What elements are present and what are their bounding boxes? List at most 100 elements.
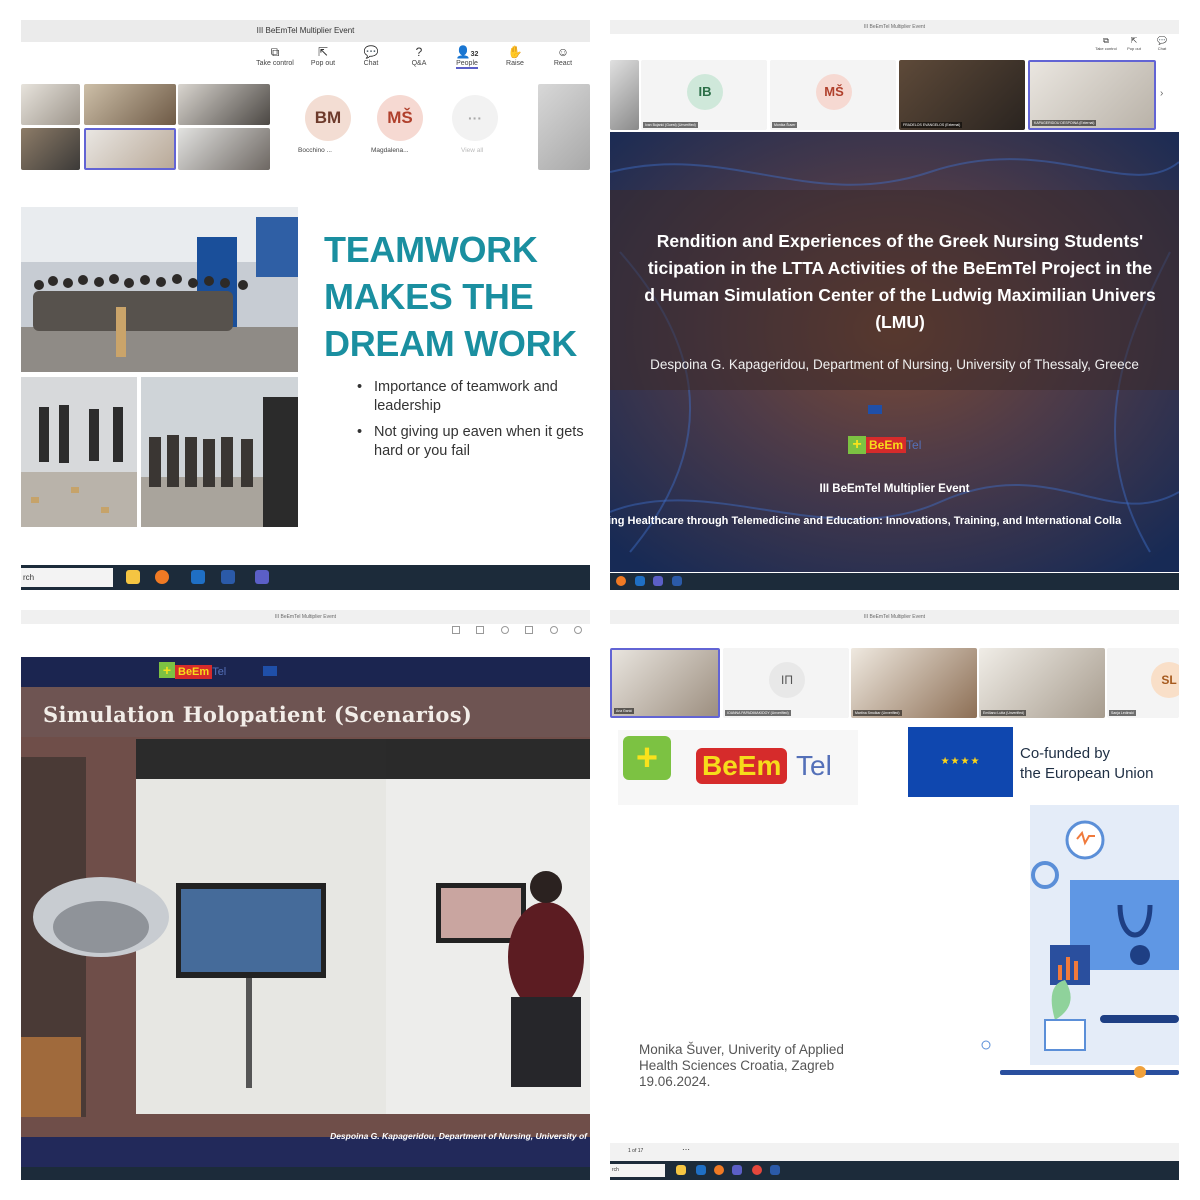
view-all-button[interactable]: ··· — [452, 95, 498, 141]
people-button[interactable]: 👤32 People — [446, 44, 488, 69]
meeting-toolbar — [452, 626, 582, 646]
participant-name-tag: Monika Šuver — [772, 122, 798, 128]
participant-video-active-speaker[interactable]: KAPAGERIDOU DESPOINA (External) — [1028, 60, 1156, 130]
slide-background — [610, 132, 1179, 572]
chat-button[interactable]: 💬 Chat — [1151, 36, 1173, 51]
word-icon[interactable] — [770, 1165, 780, 1175]
people-label: People — [456, 60, 478, 69]
plus-icon: + — [623, 736, 671, 780]
chat-label: Chat — [363, 60, 379, 67]
firefox-icon[interactable] — [616, 576, 626, 586]
slide-title: Simulation Holopatient (Scenarios) — [43, 702, 473, 727]
pop-out-label: Pop out — [310, 60, 336, 67]
activity-photo-right — [141, 377, 298, 527]
meeting-screenshot-greek-students: III BeEmTel Multiplier Event ⧉ Take contr… — [610, 20, 1179, 590]
participant-avatar-ms[interactable]: MŠ — [377, 95, 423, 141]
word-icon[interactable] — [221, 570, 235, 584]
file-explorer-icon[interactable] — [126, 570, 140, 584]
chat-button[interactable]: 💬 Chat — [350, 44, 392, 67]
participant-video[interactable] — [178, 84, 270, 125]
people-count-badge: 32 — [470, 51, 479, 58]
view-all-label: View all — [461, 147, 484, 154]
more-options-icon[interactable]: ⋯ — [682, 1145, 690, 1154]
chat-icon[interactable] — [500, 626, 509, 634]
participant-name-tag: KAPAGERIDOU DESPOINA (External) — [1032, 120, 1097, 126]
pop-out-button[interactable]: ⇱ Pop out — [1123, 36, 1145, 51]
people-icon[interactable] — [549, 626, 558, 634]
take-control-button[interactable]: ⧉ Take control — [254, 44, 296, 67]
participant-avatar-sl: SL — [1151, 662, 1179, 698]
page-counter: 1 of 17 — [628, 1148, 644, 1154]
participant-video[interactable]: Emiliano Lutta (Unverified) — [979, 648, 1105, 718]
plus-icon: + — [159, 662, 175, 678]
take-control-icon: ⧉ — [1103, 36, 1109, 45]
taskbar-search-box[interactable]: rch — [21, 568, 113, 587]
team-group-photo — [21, 207, 298, 372]
participant-video-active-speaker[interactable] — [84, 128, 176, 170]
eu-cofunded-label: Co-funded by the European Union — [1020, 745, 1154, 782]
teams-icon[interactable] — [732, 1165, 742, 1175]
participant-video[interactable]: Martina Smolkar (Unverified) — [851, 648, 977, 718]
firefox-icon[interactable] — [155, 570, 169, 584]
participant-name-tag: FRADELOS EVANGELOS (External) — [901, 122, 963, 128]
take-control-icon[interactable] — [452, 626, 460, 634]
slide-bullet: Importance of teamwork and leadership — [357, 378, 590, 416]
meeting-toolbar: ⧉ Take control ⇱ Pop out 💬 Chat ? Q&A 👤3… — [254, 44, 584, 69]
slide-background — [21, 657, 590, 1167]
chrome-icon[interactable] — [752, 1165, 762, 1175]
participant-tile[interactable]: MŠ Monika Šuver — [770, 60, 896, 130]
participant-video[interactable] — [84, 84, 176, 125]
participant-video[interactable] — [21, 128, 80, 170]
participant-video-active-speaker[interactable]: Ana Đanić — [610, 648, 720, 718]
qa-button[interactable]: ? Q&A — [398, 44, 440, 67]
take-control-button[interactable]: ⧉ Take control — [1095, 36, 1117, 51]
file-explorer-icon[interactable] — [676, 1165, 686, 1175]
participant-video[interactable] — [178, 128, 270, 170]
participant-avatar-ib: IB — [687, 74, 723, 110]
activity-photo-left — [21, 377, 137, 527]
eu-flag-icon — [868, 405, 882, 414]
qa-icon[interactable] — [525, 626, 534, 634]
window-title: III BeEmTel Multiplier Event — [21, 610, 590, 624]
outlook-icon[interactable] — [635, 576, 645, 586]
slide-footer: Despoina G. Kapageridou, Department of N… — [330, 1131, 587, 1141]
take-control-icon: ⧉ — [270, 45, 280, 59]
participant-video[interactable] — [21, 84, 80, 125]
meeting-toolbar: ⧉ Take control ⇱ Pop out 💬 Chat — [1095, 36, 1173, 51]
react-icon[interactable] — [573, 626, 582, 634]
pop-out-button[interactable]: ⇱ Pop out — [302, 44, 344, 67]
qa-icon: ? — [415, 45, 423, 59]
chevron-right-icon[interactable]: › — [1160, 88, 1163, 99]
healthcare-illustration — [981, 805, 1179, 1078]
outlook-icon[interactable] — [696, 1165, 706, 1175]
pop-out-icon[interactable] — [476, 626, 485, 634]
participant-video[interactable] — [610, 60, 639, 130]
take-control-label: Take control — [256, 60, 294, 67]
slide-title: Rendition and Experiences of the Greek N… — [644, 231, 1156, 332]
beemtel-logo: + BeEm Tel — [618, 730, 858, 805]
teams-icon[interactable] — [255, 570, 269, 584]
taskbar: rch — [610, 1161, 1179, 1180]
outlook-icon[interactable] — [191, 570, 205, 584]
window-title: III BeEmTel Multiplier Event — [610, 20, 1179, 34]
participant-video[interactable] — [538, 84, 590, 170]
taskbar — [610, 573, 1179, 590]
eu-flag-icon — [263, 666, 277, 676]
teams-icon[interactable] — [653, 576, 663, 586]
window-title: III BeEmTel Multiplier Event — [610, 610, 1179, 624]
event-name: III BeEmTel Multiplier Event — [819, 483, 970, 495]
word-icon[interactable] — [672, 576, 682, 586]
participant-avatar-bm[interactable]: BM — [305, 95, 351, 141]
slide-author: Monika Šuver, Univerity of Applied Healt… — [639, 1042, 844, 1089]
raise-hand-button[interactable]: ✋ Raise — [494, 44, 536, 67]
react-button[interactable]: ☺ React — [542, 44, 584, 67]
chat-icon: 💬 — [1157, 36, 1167, 45]
beemtel-logo: + BeEm Tel — [159, 662, 226, 680]
participant-tile[interactable]: ΙΠ IOANNA PAPADIMAKIDOY (Unverified) — [723, 648, 849, 718]
firefox-icon[interactable] — [714, 1165, 724, 1175]
participant-tile[interactable]: IB Ivan Bujanić (Guest) (Unverified) — [641, 60, 767, 130]
participant-name-tag: IOANNA PAPADIMAKIDOY (Unverified) — [725, 710, 791, 716]
taskbar-search-box[interactable]: rch — [610, 1164, 665, 1177]
participant-video[interactable]: FRADELOS EVANGELOS (External) — [899, 60, 1025, 130]
participant-tile[interactable]: SL Sanja Ledinski — [1107, 648, 1179, 718]
